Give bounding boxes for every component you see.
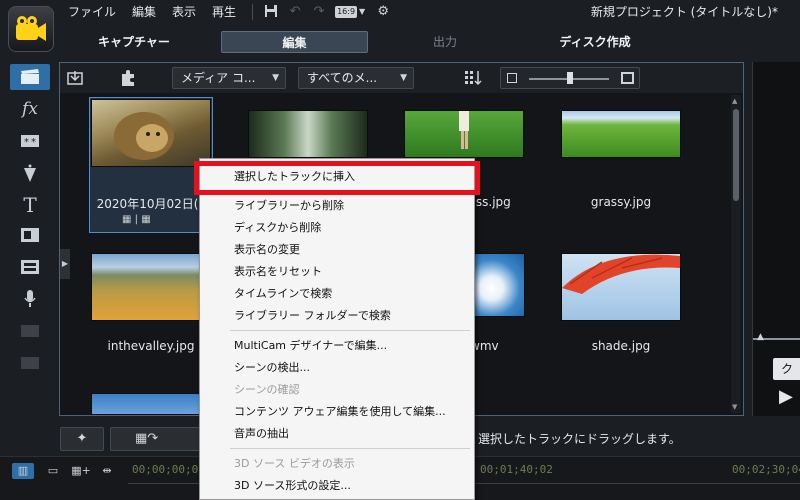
microphone-icon[interactable] [10,286,50,312]
category-filter-dropdown[interactable]: すべてのメ... ▼ [298,67,414,89]
title-text-icon[interactable]: T [10,192,50,218]
item-label: grassy.jpg [590,195,652,209]
gear-icon[interactable]: ⚙ [375,4,391,20]
timeline-view-icon[interactable]: ▥ [12,463,34,479]
thumbnail-lion-video[interactable] [91,99,211,167]
menu-divider [252,4,254,20]
thumbnail-meadow-girl[interactable] [404,110,524,158]
chevron-down-icon: ▼ [400,73,407,83]
scroll-up-icon[interactable]: ▲ [732,97,737,105]
panel-collapse-handle[interactable]: ▶ [60,249,70,279]
menu-item-scene-check: シーンの確認 [234,383,300,396]
tab-output[interactable]: 出力 [380,31,510,53]
magic-wand-button[interactable]: ✦ [60,427,104,451]
storyboard-view-icon[interactable]: ▭ [42,463,64,479]
timecode-mid: 00;01;40;02 [480,463,553,476]
fit-timeline-icon[interactable]: ⇹ [96,463,118,479]
save-icon[interactable] [263,4,279,20]
clip-info-icons: ▦ | ▦ [122,214,151,225]
menu-item-extract-audio[interactable]: 音声の抽出 [234,424,289,444]
project-title: 新規プロジェクト (タイトルなし)* [590,5,778,19]
menu-play[interactable]: 再生 [212,3,236,21]
timecode-start: 00;00;00;00 [132,463,205,476]
category-filter-value: すべてのメ... [307,71,378,85]
menu-item-content-aware-edit[interactable]: コンテンツ アウェア編集を使用して編集... [234,402,446,422]
left-toolbar: fx * * T [6,62,54,382]
chevron-down-icon[interactable]: ▼ [359,7,365,21]
timecode-end: 00;02;30;04 [732,463,800,476]
scroll-down-icon[interactable]: ▼ [732,403,737,411]
media-filter-dropdown[interactable]: メディア コ... ▼ [172,67,286,89]
tab-disc-create[interactable]: ディスク作成 [530,31,660,53]
thumbnail-valley[interactable] [91,253,211,321]
paint-designer-icon[interactable] [10,254,50,280]
subtitle-icon [10,350,50,376]
thumbnail-grassy[interactable] [561,110,681,158]
menu-item-multicam[interactable]: MultiCam デザイナーで編集... [234,336,387,356]
chapter-icon [10,318,50,344]
app-logo [8,6,54,52]
library-scrollbar[interactable]: ▲ ▼ [731,95,741,413]
import-media-icon[interactable] [66,69,84,87]
menu-file[interactable]: ファイル [68,3,116,21]
preview-clip-button[interactable]: クリ [773,358,800,398]
sort-icon[interactable] [464,69,482,87]
menu-separator [230,448,470,449]
chevron-down-icon: ▼ [272,73,279,83]
scrubber-handle-icon[interactable]: ▲ [757,332,764,342]
thumbnail-umbrella[interactable] [561,253,681,321]
menu-item-3d-source-format[interactable]: 3D ソース形式の設定... [234,476,351,496]
scrollbar-thumb[interactable] [733,109,739,201]
transition-icon[interactable]: * * [10,128,50,154]
highlight-box [194,161,480,195]
context-menu: 選択したトラックに挿入 ライブラリーから削除 ディスクから削除 表示名の変更 表… [194,158,480,500]
tab-capture[interactable]: キャプチャー [74,31,194,53]
menu-item-3d-source-view: 3D ソース ビデオの表示 [234,457,355,470]
film-icon: ▦ [122,214,132,225]
library-toolbar: メディア コ... ▼ すべてのメ... ▼ [60,63,743,93]
pip-object-icon[interactable] [10,222,50,248]
undo-icon[interactable]: ↶ [287,4,303,20]
small-thumb-icon[interactable] [507,73,517,83]
thumbnail-sky[interactable] [469,253,525,317]
menu-item-remove-from-library[interactable]: ライブラリーから削除 [234,196,344,216]
media-filter-value: メディア コ... [181,71,256,85]
menu-view[interactable]: 表示 [172,3,196,21]
item-label: wmv [470,339,499,353]
thumbnail-size-control [500,67,640,89]
menu-item-reset-name[interactable]: 表示名をリセット [234,262,322,282]
menu-bar: ファイル 編集 表示 再生 ↶ ↷ 16:9 ▼ ⚙ [68,3,399,21]
item-label: shade.jpg [591,339,651,353]
menu-item-rename[interactable]: 表示名の変更 [234,240,300,260]
play-icon[interactable]: ▶ [773,384,800,410]
preview-panel: ▲ クリ ▶ [752,62,800,416]
svg-text:*: * [31,137,36,148]
menu-item-scene-detect[interactable]: シーンの検出... [234,358,310,378]
svg-text:*: * [24,137,29,148]
large-thumb-icon[interactable] [621,72,634,84]
thumbnail-partial[interactable] [91,393,211,415]
thumbnail-forest[interactable] [248,110,368,158]
menu-item-delete-from-disk[interactable]: ディスクから削除 [234,218,321,238]
slider-handle[interactable] [567,72,573,84]
camera-logo-icon [16,16,46,41]
plugin-puzzle-icon[interactable] [118,68,138,88]
aspect-ratio-selector[interactable]: 16:9 [335,6,358,18]
add-track-icon[interactable]: ▦+ [70,463,92,479]
edit-tools-button[interactable]: ▦↷ [110,427,200,451]
tab-edit[interactable]: 編集 [221,31,368,53]
audio-track-icon: ▦ [141,214,151,225]
menu-separator [230,330,470,331]
particle-effect-icon[interactable] [10,160,50,186]
redo-icon[interactable]: ↷ [311,4,327,20]
drag-hint-text: 選択したトラックにドラッグします。 [478,432,681,446]
menu-item-find-in-timeline[interactable]: タイムラインで検索 [234,284,332,304]
menu-item-find-in-folder[interactable]: ライブラリー フォルダーで検索 [234,306,391,326]
media-library-icon[interactable] [10,64,50,90]
effects-fx-icon[interactable]: fx [10,96,50,122]
menu-edit[interactable]: 編集 [132,3,156,21]
